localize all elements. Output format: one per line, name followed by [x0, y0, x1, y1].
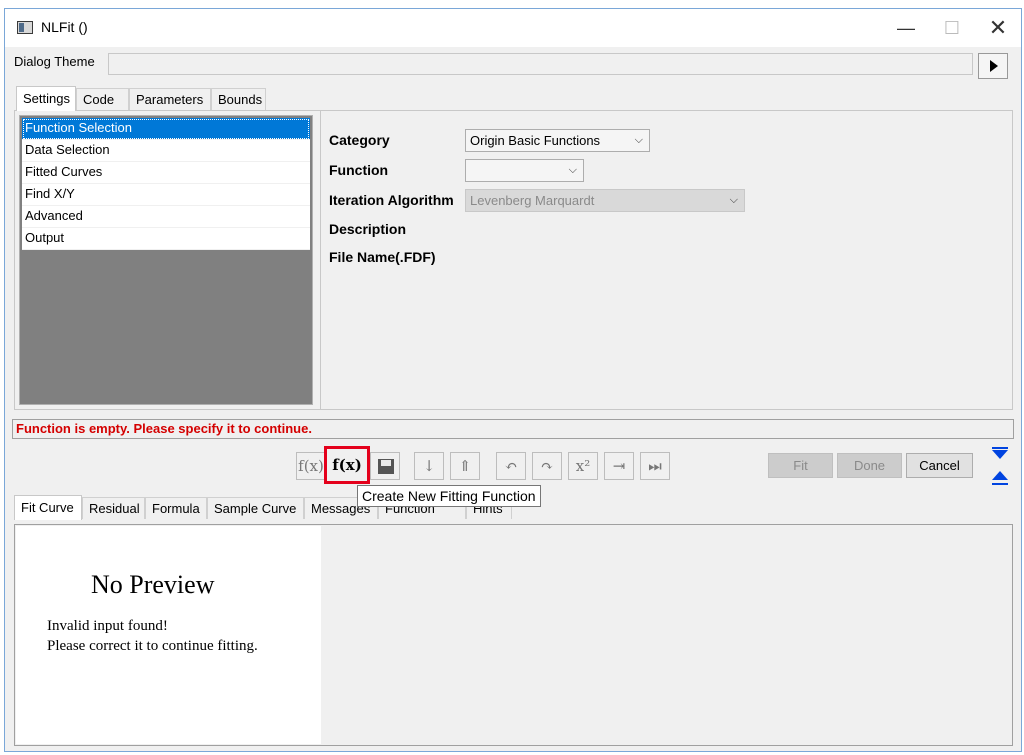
- create-new-fitting-function-icon[interactable]: f(x): [324, 446, 370, 484]
- title-bar[interactable]: NLFit () — ☐ ✕: [5, 9, 1021, 47]
- status-message: Function is empty. Please specify it to …: [16, 421, 312, 436]
- toolbar-tooltip: Create New Fitting Function: [357, 485, 541, 507]
- sort-down-icon[interactable]: ↓: [414, 452, 444, 480]
- nav-item-find-xy[interactable]: Find X/Y: [22, 184, 310, 206]
- dialog-theme-menu-button[interactable]: [978, 53, 1008, 79]
- nav-item-data-selection[interactable]: Data Selection: [22, 140, 310, 162]
- iteration-algorithm-select: Levenberg Marquardt ⌵: [465, 189, 745, 212]
- settings-nav-list[interactable]: Function Selection Data Selection Fitted…: [19, 115, 313, 405]
- description-label: Description: [329, 221, 407, 237]
- tab-bounds[interactable]: Bounds: [211, 88, 266, 110]
- save-icon[interactable]: [370, 452, 400, 480]
- expand-down-icon[interactable]: [987, 446, 1013, 464]
- close-button[interactable]: ✕: [975, 9, 1021, 47]
- dialog-theme-label: Dialog Theme: [14, 54, 95, 69]
- sort-up-icon[interactable]: ⇑: [450, 452, 480, 480]
- iteration-algorithm-label: Iteration Algorithm: [329, 192, 454, 208]
- category-label: Category: [329, 132, 390, 148]
- collapse-up-icon[interactable]: [987, 468, 1013, 486]
- no-preview-title: No Preview: [91, 570, 215, 599]
- chevron-down-icon: ⌵: [729, 194, 738, 206]
- category-value: Origin Basic Functions: [470, 133, 601, 148]
- nav-item-fitted-curves[interactable]: Fitted Curves: [22, 162, 310, 184]
- function-selection-pane: Category Origin Basic Functions ⌵ Functi…: [320, 111, 1012, 409]
- fit-curve-preview: No Preview Invalid input found! Please c…: [16, 526, 321, 744]
- maximize-button[interactable]: ☐: [929, 9, 975, 47]
- settings-panel: Function Selection Data Selection Fitted…: [14, 110, 1013, 410]
- iteration-algorithm-value: Levenberg Marquardt: [470, 193, 595, 208]
- nav-item-advanced[interactable]: Advanced: [22, 206, 310, 228]
- preview-panel: No Preview Invalid input found! Please c…: [14, 524, 1013, 746]
- fx-function-icon[interactable]: f(x): [296, 452, 326, 480]
- fit-till-converged-icon[interactable]: ⏭: [640, 452, 670, 480]
- chevron-down-icon: ⌵: [634, 134, 643, 146]
- function-select[interactable]: ⌵: [465, 159, 584, 182]
- window-title: NLFit (): [41, 19, 88, 35]
- app-window-icon: [17, 21, 33, 34]
- nav-item-output[interactable]: Output: [22, 228, 310, 250]
- tab-fit-curve[interactable]: Fit Curve: [14, 495, 82, 520]
- invalid-input-message: Invalid input found!: [47, 618, 168, 634]
- tab-residual[interactable]: Residual: [82, 497, 145, 519]
- file-name-label: File Name(.FDF): [329, 249, 436, 265]
- chevron-down-icon: ⌵: [568, 164, 577, 176]
- cancel-button[interactable]: Cancel: [906, 453, 973, 478]
- nlfit-window: NLFit () — ☐ ✕ Dialog Theme Settings Cod…: [4, 8, 1022, 752]
- correct-input-message: Please correct it to continue fitting.: [47, 638, 258, 654]
- status-bar: Function is empty. Please specify it to …: [12, 419, 1014, 439]
- dialog-theme-field[interactable]: [108, 53, 973, 75]
- tab-sample-curve[interactable]: Sample Curve: [207, 497, 304, 519]
- one-iteration-icon[interactable]: ⇥: [604, 452, 634, 480]
- function-label: Function: [329, 162, 389, 178]
- redo-iteration-icon[interactable]: ↷: [532, 452, 562, 480]
- chi-square-icon[interactable]: x²: [568, 452, 598, 480]
- nav-item-function-selection[interactable]: Function Selection: [22, 118, 310, 140]
- tab-formula[interactable]: Formula: [145, 497, 207, 519]
- undo-iteration-icon[interactable]: ↶: [496, 452, 526, 480]
- settings-tab-strip: Settings Code Parameters Bounds: [16, 86, 276, 111]
- tab-parameters[interactable]: Parameters: [129, 88, 211, 110]
- category-select[interactable]: Origin Basic Functions ⌵: [465, 129, 650, 152]
- done-button[interactable]: Done: [837, 453, 902, 478]
- fit-button[interactable]: Fit: [768, 453, 833, 478]
- tab-settings[interactable]: Settings: [16, 86, 76, 111]
- minimize-button[interactable]: —: [883, 9, 929, 47]
- tab-code[interactable]: Code: [76, 88, 129, 110]
